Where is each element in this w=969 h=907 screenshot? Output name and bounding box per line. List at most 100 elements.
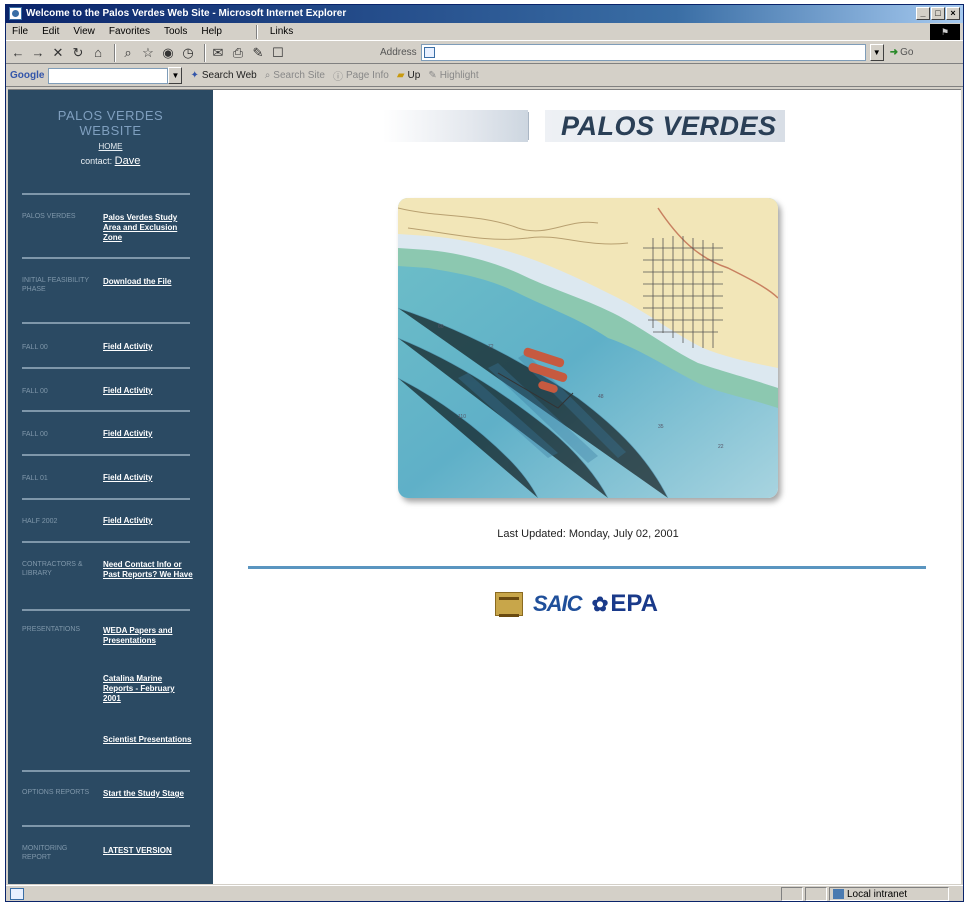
toolbar-separator [114,43,116,62]
refresh-icon[interactable]: ↻ [70,45,86,61]
page-info-label: Page Info [346,70,389,81]
contact-line: contact: Dave [8,155,213,167]
menu-help[interactable]: Help [201,26,222,37]
sidebar-category: FALL 00 [22,344,48,351]
print-icon[interactable]: ⎙ [230,45,246,61]
zone-label: Local intranet [847,888,908,900]
content-divider [248,566,926,569]
home-icon[interactable]: ⌂ [90,45,106,61]
sidebar-link[interactable]: Scientist Presentations [103,735,193,745]
sidebar-divider [22,609,190,611]
browser-window: Welcome to the Palos Verdes Web Site - M… [5,4,964,902]
sidebar-category: HALF 2002 [22,518,58,525]
saic-logo[interactable]: SAIC [533,591,583,617]
page-icon [423,47,435,58]
toolbar-separator [204,43,206,62]
address-input[interactable] [420,44,866,61]
menu-tools[interactable]: Tools [164,26,187,37]
google-search-input[interactable] [48,67,169,84]
page-status-icon [10,888,24,900]
svg-text:35: 35 [658,424,664,430]
sidebar-link[interactable]: WEDA Papers and Presentations [103,626,193,646]
go-button[interactable]: ➜ Go [890,47,914,58]
contact-prefix: contact: [80,156,113,166]
usace-logo[interactable] [495,592,523,617]
sidebar-link[interactable]: Start the Study Stage [103,789,193,799]
sidebar-divider [22,410,190,412]
site-title-line1: PALOS VERDES [57,108,164,123]
google-dropdown-button[interactable]: ▼ [168,67,183,84]
maximize-button[interactable]: □ [931,7,945,20]
sidebar-divider [22,541,190,543]
sidebar-divider [22,825,190,827]
sidebar-link[interactable]: Field Activity [103,342,193,352]
edit-icon[interactable]: ✎ [250,45,266,61]
banner-title: PALOS VERDES [545,110,785,142]
sidebar-link[interactable]: Field Activity [103,386,193,396]
close-button[interactable]: × [946,7,960,20]
menu-view[interactable]: View [73,26,95,37]
forward-icon[interactable]: → [30,45,46,61]
discuss-icon[interactable]: ☐ [270,45,286,61]
menu-favorites[interactable]: Favorites [109,26,150,37]
search-icon[interactable]: ⌕ [120,45,136,61]
title-bar[interactable]: Welcome to the Palos Verdes Web Site - M… [6,5,963,23]
sidebar-category: FALL 00 [22,388,48,395]
up-label: Up [407,70,421,81]
sidebar-link[interactable]: Palos Verdes Study Area and Exclusion Zo… [103,213,193,243]
map-image: 60 72 48 35 22 110 [398,198,778,498]
sidebar-link[interactable]: Download the File [103,277,193,287]
sidebar-divider [22,454,190,456]
links-button[interactable]: Links [270,26,293,37]
up-button[interactable]: ▰ Up [397,70,421,81]
sidebar-category: INITIAL FEASIBILITY PHASE [22,277,89,293]
sidebar-divider [22,770,190,772]
sidebar-category: OPTIONS REPORTS [22,789,90,796]
mail-icon[interactable]: ✉ [210,45,226,61]
search-web-button[interactable]: ✦ Search Web [190,70,256,81]
window-controls: _ □ × [916,7,960,20]
sidebar-link[interactable]: Field Activity [103,429,193,439]
menu-edit[interactable]: Edit [42,26,59,37]
sidebar-link[interactable]: Field Activity [103,473,193,483]
address-label: Address [380,47,417,58]
media-icon[interactable]: ◉ [160,45,176,61]
address-dropdown-button[interactable]: ▼ [869,44,884,61]
highlight-button[interactable]: ✎ Highlight [428,70,478,81]
search-site-button[interactable]: ⌕ Search Site [265,70,325,81]
favorites-icon[interactable]: ☆ [140,45,156,61]
sidebar-link[interactable]: LATEST VERSION [103,846,193,856]
svg-text:22: 22 [718,444,724,450]
sidebar-divider [22,498,190,500]
google-logo[interactable]: Google [10,70,44,81]
highlight-label: Highlight [439,70,479,81]
svg-text:60: 60 [438,324,444,330]
intranet-icon [833,889,844,899]
contact-link[interactable]: Dave [115,155,141,167]
epa-flower-icon: ✿ [591,593,609,616]
banner-divider [528,112,529,140]
sidebar-divider [22,367,190,369]
search-site-label: Search Site [273,70,325,81]
epa-logo[interactable]: ✿ EPA [592,590,658,618]
menu-file[interactable]: File [12,26,28,37]
page-info-button[interactable]: ⓘ Page Info [333,68,389,83]
sidebar: PALOS VERDES WEBSITE HOME contact: Dave … [8,90,213,884]
stop-icon[interactable]: ✕ [50,45,66,61]
sidebar-link[interactable]: Catalina Marine Reports - February 2001 [103,674,193,704]
sidebar-category: FALL 00 [22,431,48,438]
back-icon[interactable]: ← [10,45,26,61]
sidebar-link[interactable]: Field Activity [103,516,193,526]
sidebar-link[interactable]: Need Contact Info or Past Reports? We Ha… [103,560,193,580]
google-toolbar: Google ▼ ✦ Search Web ⌕ Search Site ⓘ Page … [6,65,963,87]
sidebar-divider [22,322,190,324]
search-web-label: Search Web [201,70,257,81]
security-zone: Local intranet [829,887,949,901]
go-arrow-icon: ➜ [889,47,899,58]
menu-separator [255,24,258,39]
site-title-line2: WEBSITE [79,123,142,138]
history-icon[interactable]: ◷ [180,45,196,61]
minimize-button[interactable]: _ [916,7,930,20]
home-link[interactable]: HOME [8,142,213,151]
sidebar-category: PRESENTATIONS [22,626,81,633]
